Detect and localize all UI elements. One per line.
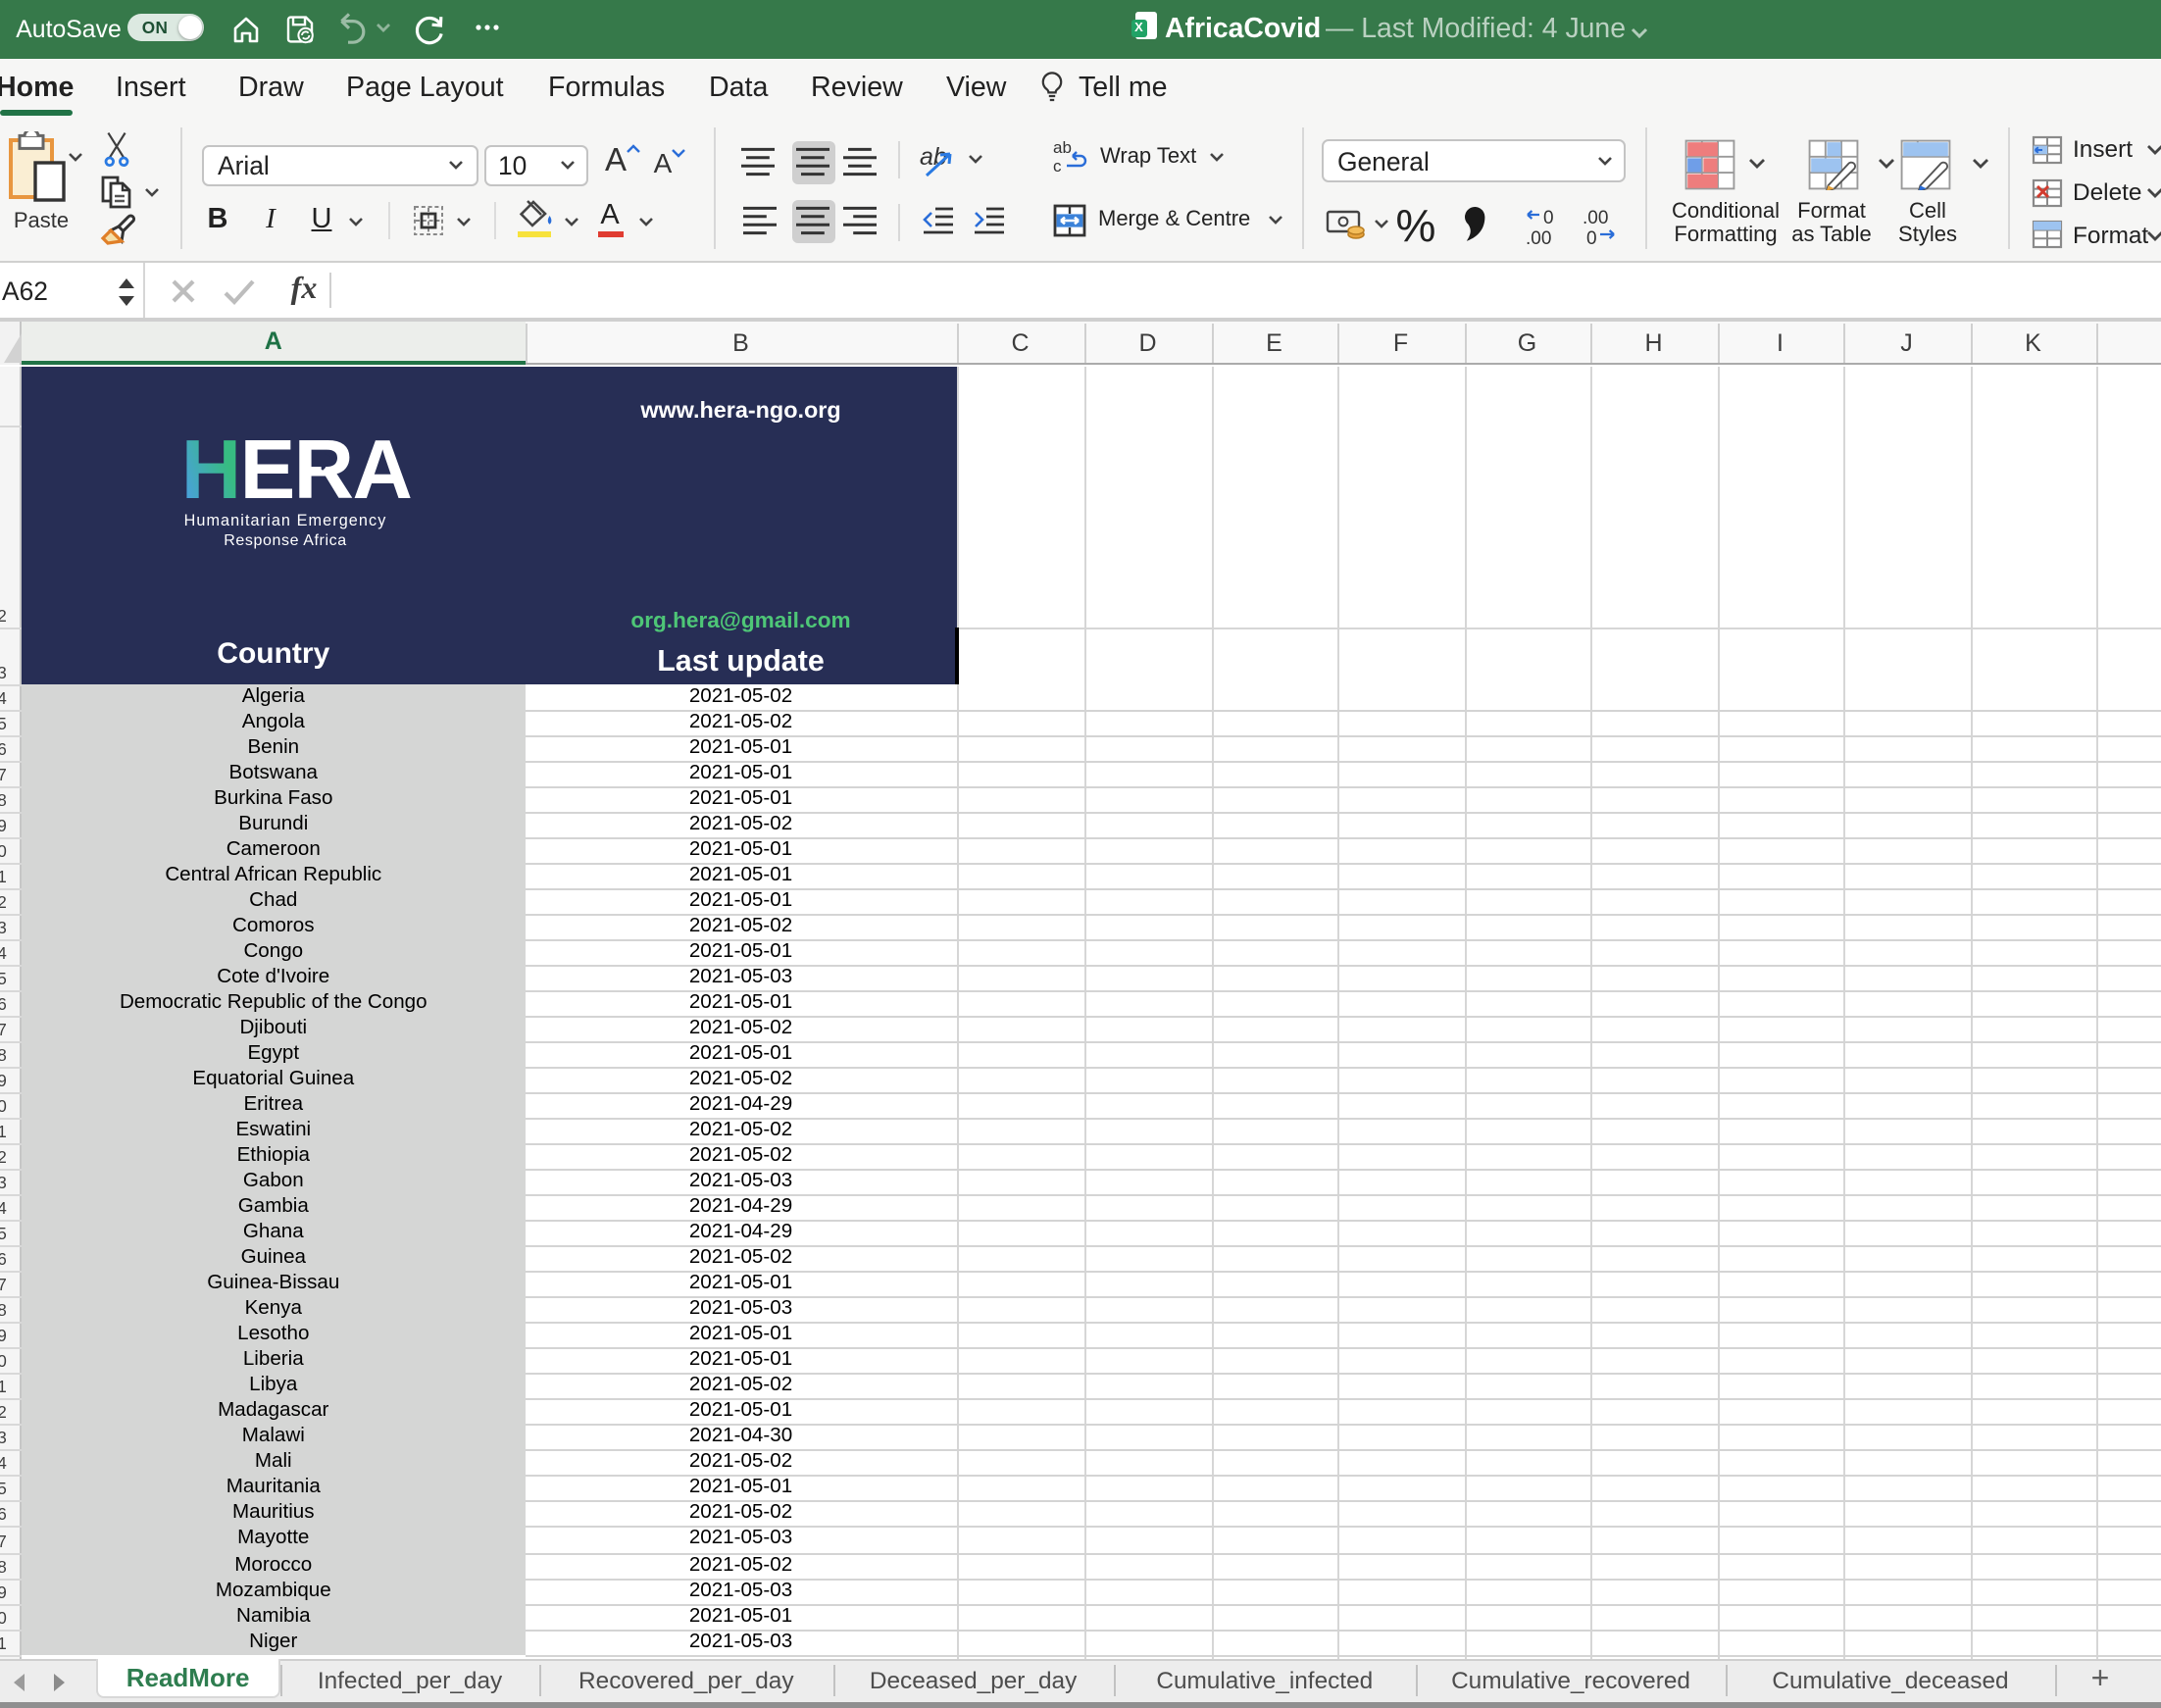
svg-text:0: 0 bbox=[1543, 208, 1554, 228]
svg-text:0: 0 bbox=[1586, 228, 1597, 245]
svg-text:c: c bbox=[1053, 157, 1062, 175]
svg-text:ab: ab bbox=[1053, 138, 1072, 157]
svg-text:.00: .00 bbox=[1583, 208, 1608, 228]
svg-text:.00: .00 bbox=[1526, 228, 1551, 245]
